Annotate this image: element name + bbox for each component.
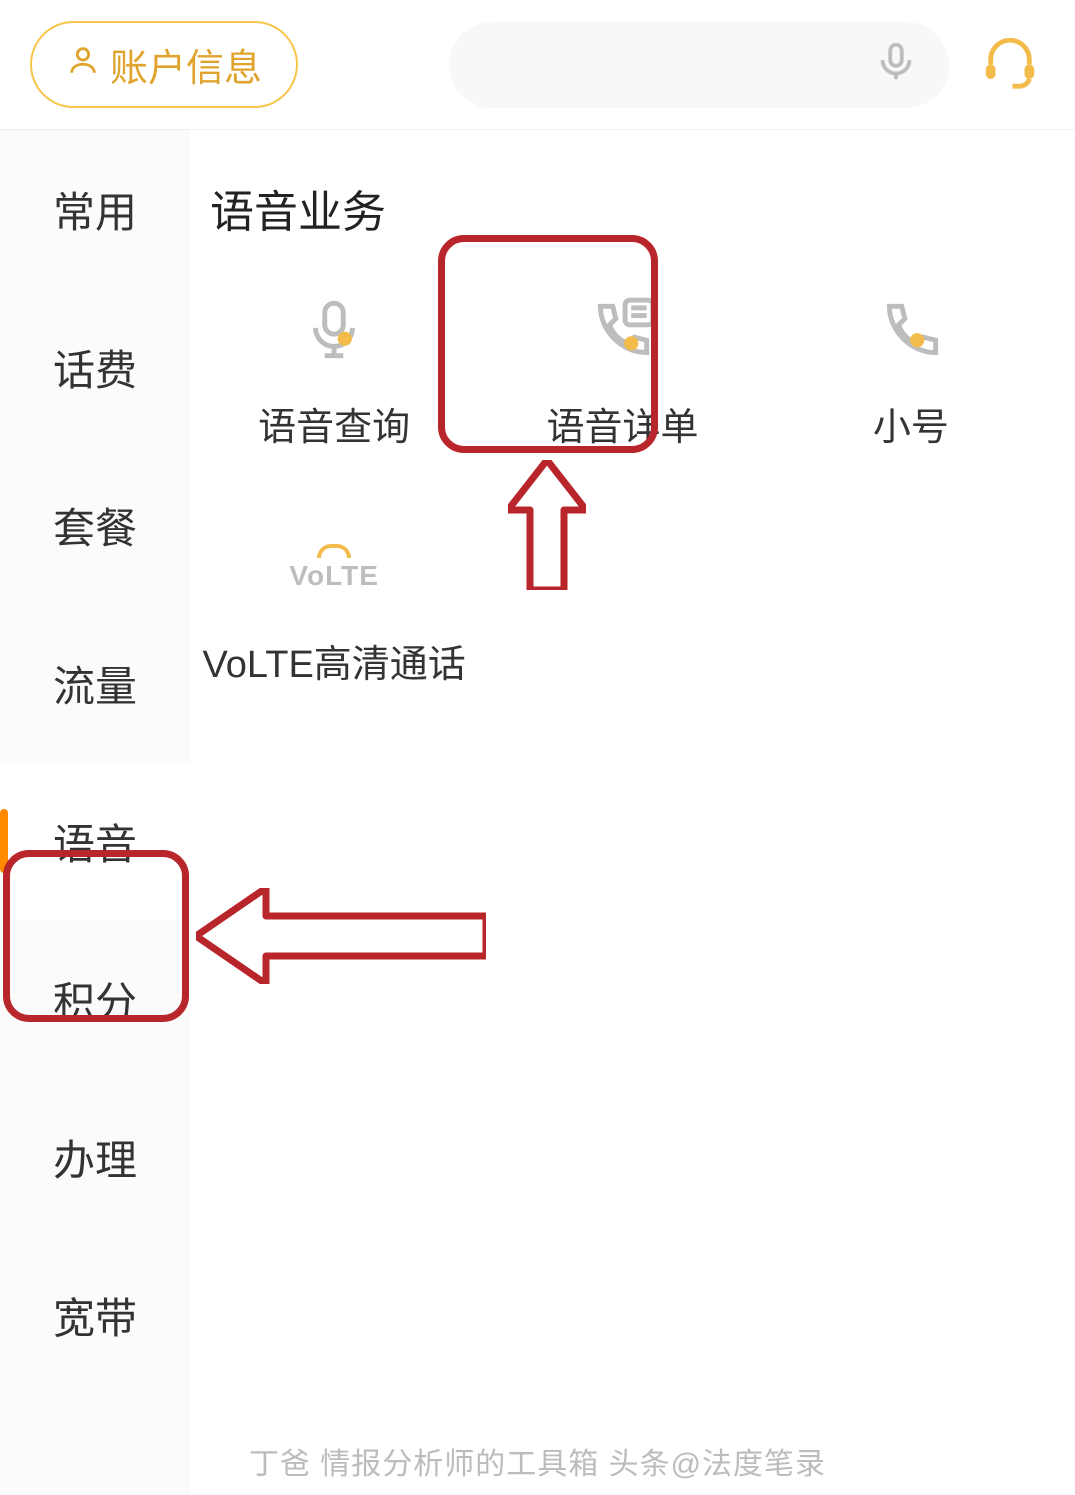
sidebar-item-plan[interactable]: 套餐: [0, 446, 190, 604]
mic-icon: [297, 294, 371, 368]
sidebar: 常用 话费 套餐 流量 语音 积分 办理 宽带: [0, 130, 190, 1495]
sidebar-item-points[interactable]: 积分: [0, 920, 190, 1078]
phone-icon: [874, 294, 948, 368]
sidebar-item-label: 套餐: [53, 495, 137, 556]
sidebar-item-label: 积分: [53, 969, 137, 1030]
grid-item-label: 小号: [873, 396, 949, 451]
service-grid: 语音查询 语音详单: [190, 280, 1075, 708]
user-icon: [66, 43, 100, 87]
section-title: 语音业务: [210, 176, 1075, 240]
grid-item-label: 语音查询: [258, 396, 410, 451]
main-panel: 语音业务 语音查询: [190, 130, 1075, 1495]
mic-icon[interactable]: [873, 39, 919, 90]
sidebar-item-label: 语音: [53, 811, 137, 872]
sidebar-item-broadband[interactable]: 宽带: [0, 1236, 190, 1394]
body: 常用 话费 套餐 流量 语音 积分 办理 宽带 语音业务: [0, 130, 1075, 1495]
sidebar-item-label: 话费: [53, 337, 137, 398]
customer-service-button[interactable]: [975, 33, 1045, 96]
grid-item-secondary-number[interactable]: 小号: [767, 280, 1055, 471]
grid-item-label: VoLTE高清通话: [203, 633, 466, 688]
call-list-icon: [585, 294, 659, 368]
headset-icon: [981, 33, 1039, 96]
watermark: 丁爸 情报分析师的工具箱 头条@法度笔录: [0, 1439, 1075, 1483]
grid-item-label: 语音详单: [546, 396, 698, 451]
grid-item-voice-query[interactable]: 语音查询: [190, 280, 478, 471]
sidebar-item-label: 常用: [53, 179, 137, 240]
search-input[interactable]: [449, 22, 949, 108]
account-info-label: 账户信息: [110, 37, 262, 92]
sidebar-item-bill[interactable]: 话费: [0, 288, 190, 446]
grid-item-voice-detail[interactable]: 语音详单: [478, 280, 766, 471]
sidebar-item-service[interactable]: 办理: [0, 1078, 190, 1236]
grid-item-volte[interactable]: VoLTE VoLTE高清通话: [190, 517, 478, 708]
sidebar-item-label: 宽带: [53, 1285, 137, 1346]
top-bar: 账户信息: [0, 0, 1075, 130]
sidebar-item-common[interactable]: 常用: [0, 130, 190, 288]
volte-icon: VoLTE: [297, 531, 371, 605]
sidebar-item-label: 流量: [53, 653, 137, 714]
account-info-button[interactable]: 账户信息: [30, 21, 298, 108]
sidebar-item-label: 办理: [53, 1127, 137, 1188]
sidebar-item-voice[interactable]: 语音: [0, 762, 190, 920]
sidebar-item-data[interactable]: 流量: [0, 604, 190, 762]
